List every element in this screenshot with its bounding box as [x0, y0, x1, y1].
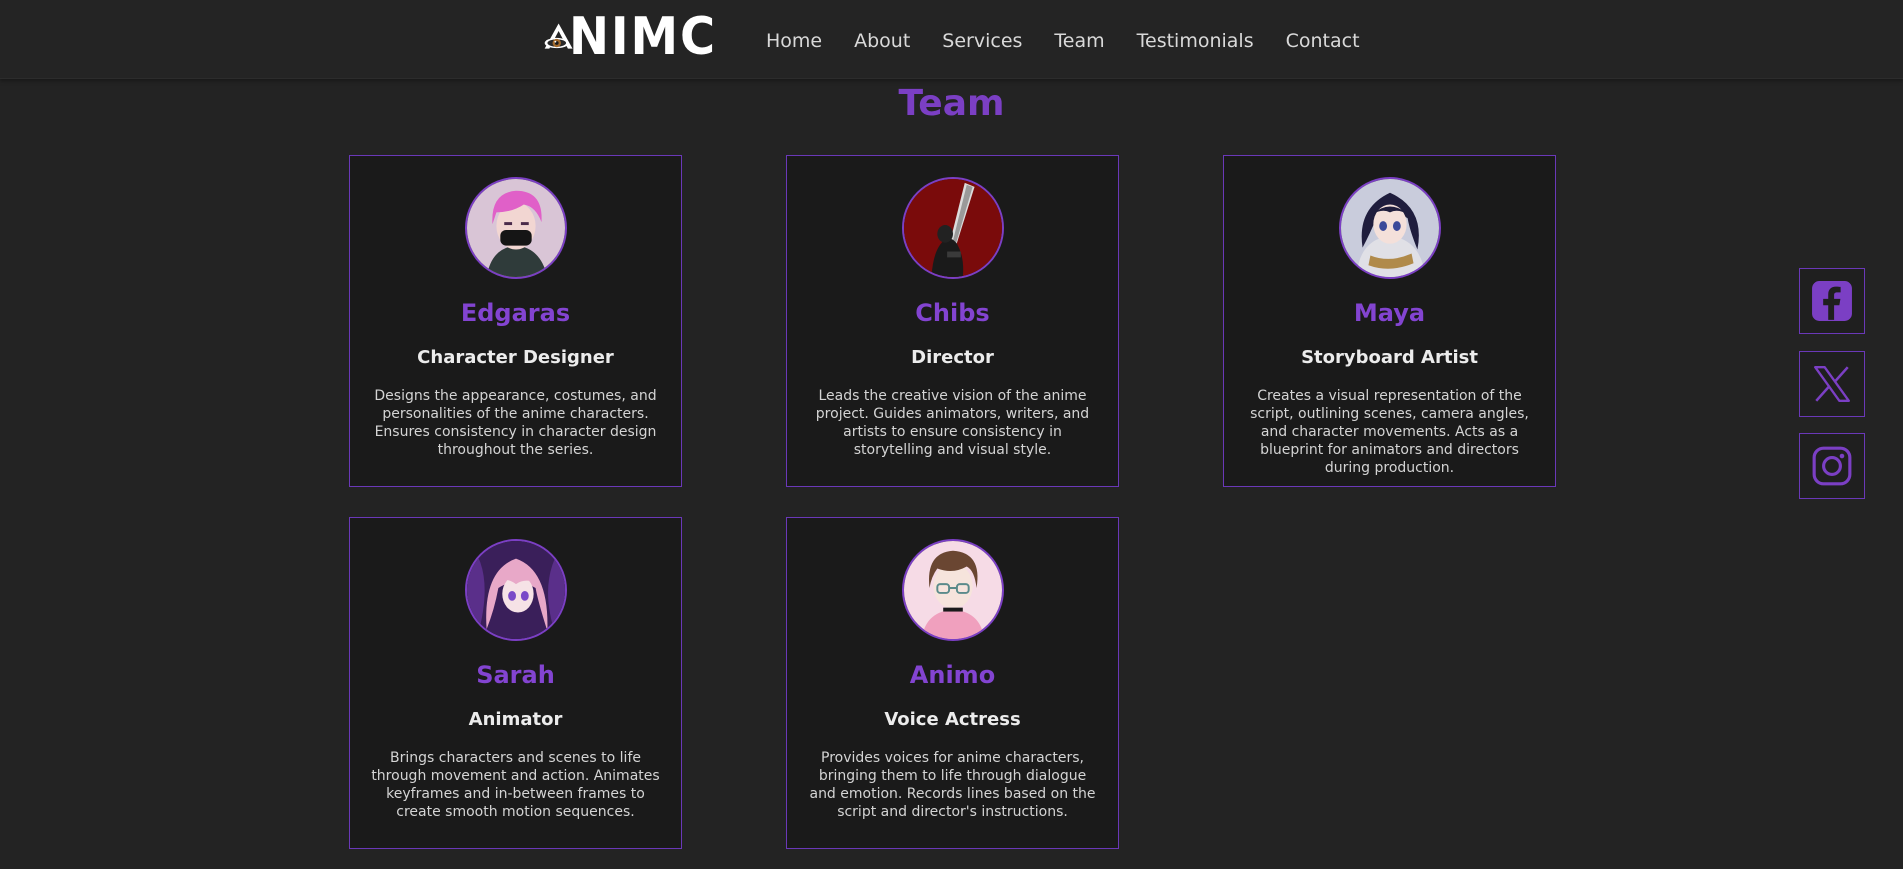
- sword-red-background-avatar-icon: [904, 179, 1002, 277]
- member-role: Storyboard Artist: [1301, 347, 1478, 368]
- team-card-sarah: Sarah Animator Brings characters and sce…: [349, 517, 682, 849]
- site-logo[interactable]: NIMC: [540, 4, 730, 70]
- nav-contact[interactable]: Contact: [1286, 26, 1360, 56]
- member-description: Leads the creative vision of the anime p…: [815, 388, 1090, 458]
- member-role: Animator: [468, 709, 563, 730]
- member-description: Provides voices for anime characters, br…: [809, 750, 1096, 820]
- member-role: Character Designer: [417, 347, 614, 368]
- nav-testimonials[interactable]: Testimonials: [1137, 26, 1254, 56]
- nav-about[interactable]: About: [854, 26, 910, 56]
- nav-services[interactable]: Services: [942, 26, 1022, 56]
- member-description: Brings characters and scenes to life thr…: [371, 750, 660, 820]
- avatar: [465, 177, 567, 279]
- member-description: Designs the appearance, costumes, and pe…: [374, 388, 657, 458]
- team-card-edgaras: Edgaras Character Designer Designs the a…: [349, 155, 682, 487]
- pink-hair-girl-avatar-icon: [467, 541, 565, 639]
- nav-home[interactable]: Home: [766, 26, 822, 56]
- brown-hair-glasses-avatar-icon: [904, 541, 1002, 639]
- member-name: Edgaras: [460, 299, 571, 327]
- site-header: NIMC Home About Services Team Testimonia…: [0, 0, 1903, 79]
- avatar: [902, 539, 1004, 641]
- member-name: Chibs: [915, 299, 990, 327]
- avatar: [465, 539, 567, 641]
- pink-hair-masked-avatar-icon: [467, 179, 565, 277]
- member-role: Director: [911, 347, 994, 368]
- team-section-title: Team: [898, 83, 1005, 124]
- x-icon: [1814, 366, 1850, 402]
- member-role: Voice Actress: [884, 709, 1021, 730]
- member-name: Maya: [1353, 299, 1426, 327]
- facebook-icon: [1812, 281, 1852, 321]
- avatar: [1339, 177, 1441, 279]
- member-name: Sarah: [476, 661, 555, 689]
- dark-hair-girl-avatar-icon: [1341, 179, 1439, 277]
- instagram-link[interactable]: [1799, 433, 1865, 499]
- x-link[interactable]: [1799, 351, 1865, 417]
- facebook-link[interactable]: [1799, 268, 1865, 334]
- nav-team[interactable]: Team: [1054, 26, 1104, 56]
- instagram-icon: [1812, 446, 1852, 486]
- main-nav: Home About Services Team Testimonials Co…: [766, 26, 1392, 56]
- team-card-chibs: Chibs Director Leads the creative vision…: [786, 155, 1119, 487]
- team-card-maya: Maya Storyboard Artist Creates a visual …: [1223, 155, 1556, 487]
- member-description: Creates a visual representation of the s…: [1250, 388, 1529, 476]
- avatar: [902, 177, 1004, 279]
- logo-text: NIMC: [569, 7, 718, 67]
- team-card-animo: Animo Voice Actress Provides voices for …: [786, 517, 1119, 849]
- member-name: Animo: [909, 661, 996, 689]
